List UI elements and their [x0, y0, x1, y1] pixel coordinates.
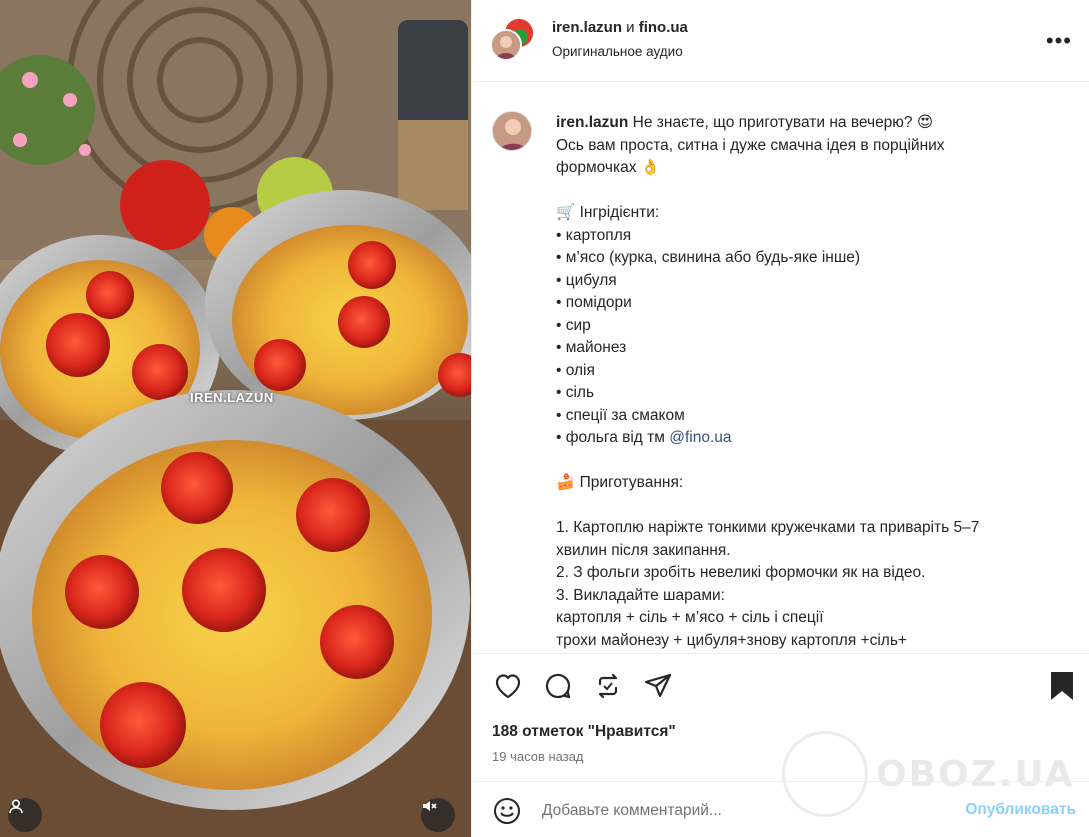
caption-avatar[interactable]: [492, 111, 532, 151]
caption-line: Ось вам проста, ситна і дуже смачна ідея…: [556, 136, 945, 154]
comment-bar: Опубликовать: [472, 781, 1089, 837]
repost-icon[interactable]: [592, 670, 624, 702]
comment-icon[interactable]: [542, 670, 574, 702]
post-caption: iren.lazun Не знаєте, що приготувати на …: [556, 112, 1056, 652]
ingredient-item: • олія: [556, 361, 595, 379]
caption-username[interactable]: iren.lazun: [556, 114, 628, 131]
heart-icon[interactable]: [492, 670, 524, 702]
preparation-title: 🍰 Приготування:: [556, 474, 684, 491]
caption-scroll[interactable]: iren.lazun Не знаєте, що приготувати на …: [472, 83, 1089, 653]
speaker-muted-icon[interactable]: [421, 798, 455, 832]
video-watermark: IREN.LAZUN: [190, 390, 274, 405]
ingredient-item: • цибуля: [556, 271, 617, 289]
step-line: 1. Картоплю наріжте тонкими кружечками т…: [556, 519, 980, 536]
ingredient-item: • фольга від тм: [556, 429, 670, 446]
publish-button[interactable]: Опубликовать: [965, 801, 1076, 819]
post-header: iren.lazun и fino.ua Оригинальное аудио …: [472, 0, 1089, 82]
ingredient-item: • майонез: [556, 339, 627, 356]
step-line: картопля + сіль + м’ясо + сіль і спеції: [556, 609, 824, 626]
author-conjunction: и: [622, 19, 639, 36]
caption-intro: Не знаєте, що приготувати на вечерю? 😍: [628, 114, 934, 131]
post-authors: iren.lazun и fino.ua: [552, 19, 688, 36]
step-line: трохи майонезу + цибуля+знову картопля +…: [556, 631, 907, 649]
ingredient-item: • спеції за смаком: [556, 406, 685, 424]
avatar-iren[interactable]: [490, 29, 522, 61]
mention-link[interactable]: @fino.ua: [669, 429, 731, 446]
author-link-fino[interactable]: fino.ua: [639, 19, 688, 36]
step-line: хвилин після закипання.: [556, 541, 731, 559]
more-horizontal-icon[interactable]: •••: [1046, 28, 1072, 54]
post-media[interactable]: IREN.LAZUN: [0, 0, 471, 837]
post-time[interactable]: 19 часов назад: [492, 749, 584, 764]
emoji-icon[interactable]: [492, 796, 522, 826]
comment-input[interactable]: [542, 799, 942, 823]
post-actions: OBOZ.UA 188 отметок "Нравится" 19 часов …: [472, 653, 1089, 817]
step-line: 3. Викладайте шарами:: [556, 586, 725, 604]
ingredient-item: • сіль: [556, 384, 595, 401]
collab-avatars[interactable]: [490, 17, 536, 63]
ingredient-item: • помідори: [556, 294, 632, 311]
caption-line: формочках 👌: [556, 159, 661, 176]
author-link-iren[interactable]: iren.lazun: [552, 19, 622, 36]
user-profile-icon[interactable]: [8, 798, 42, 832]
audio-link[interactable]: Оригинальное аудио: [552, 44, 683, 59]
ingredient-item: • м’ясо (курка, свинина або будь-яке інш…: [556, 249, 861, 266]
food-photo: [0, 0, 471, 837]
step-line: 2. З фольги зробіть невеликі формочки як…: [556, 564, 926, 581]
post-panel: iren.lazun и fino.ua Оригинальное аудио …: [471, 0, 1089, 837]
share-icon[interactable]: [642, 670, 674, 702]
bookmark-icon[interactable]: [1048, 670, 1076, 702]
ingredients-title: 🛒 Інгрідієнти:: [556, 204, 660, 221]
ingredient-item: • картопля: [556, 226, 632, 244]
ingredient-item: • сир: [556, 316, 591, 334]
likes-count[interactable]: 188 отметок "Нравится": [492, 723, 676, 741]
